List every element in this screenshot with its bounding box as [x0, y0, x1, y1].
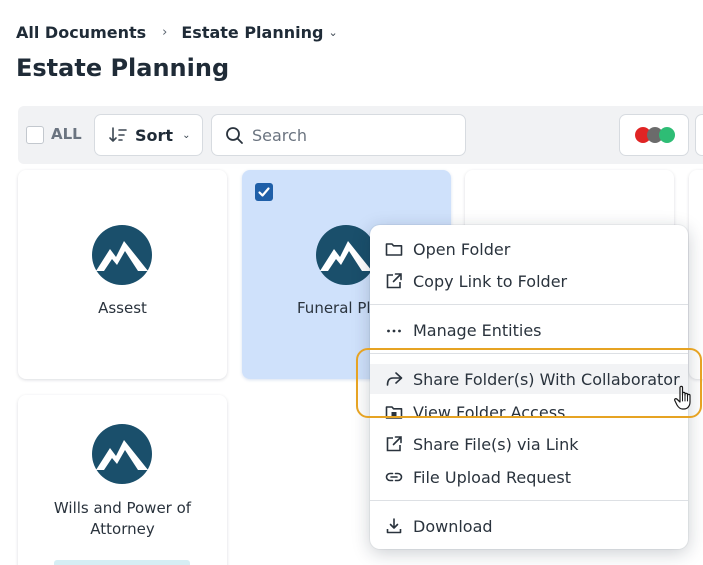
- breadcrumb-root-link[interactable]: All Documents: [16, 23, 146, 42]
- highlight-ring: [356, 348, 702, 418]
- mountain-logo-icon: [92, 225, 152, 285]
- menu-item-file-upload-request[interactable]: File Upload Request: [370, 462, 688, 492]
- hand-cursor-icon: [674, 385, 691, 410]
- download-icon: [386, 518, 402, 534]
- menu-divider: [370, 304, 688, 305]
- mountain-logo-icon: [92, 424, 152, 484]
- chevron-down-icon[interactable]: ⌄: [328, 26, 337, 39]
- folder-name-line1: Wills and Power of: [53, 499, 192, 517]
- mountain-logo-icon: [316, 225, 376, 285]
- breadcrumb-current[interactable]: Estate Planning: [181, 23, 323, 42]
- chevron-down-icon: ⌄: [182, 129, 191, 141]
- breadcrumb: All Documents › Estate Planning ⌄: [16, 20, 338, 44]
- menu-item-copy-link[interactable]: Copy Link to Folder: [370, 266, 688, 296]
- search-input[interactable]: [252, 125, 442, 145]
- search-box[interactable]: [211, 114, 466, 156]
- folder-name: Wills and Power of Attorney: [18, 498, 227, 540]
- folder-select-checkbox[interactable]: [255, 183, 273, 201]
- checkmark-icon: [258, 187, 270, 197]
- color-filter-button[interactable]: [619, 114, 689, 156]
- folder-name: Assest: [98, 299, 147, 317]
- folder-card-wills[interactable]: Wills and Power of Attorney: [18, 395, 227, 565]
- menu-item-manage-entities[interactable]: Manage Entities: [370, 315, 688, 345]
- menu-item-label: File Upload Request: [413, 467, 571, 487]
- link-icon: [385, 472, 403, 482]
- menu-item-share-files-link[interactable]: Share File(s) via Link: [370, 429, 688, 459]
- menu-item-label: Open Folder: [413, 239, 511, 259]
- select-all-label[interactable]: ALL: [51, 125, 82, 143]
- menu-item-label: Copy Link to Folder: [413, 271, 568, 291]
- menu-item-open-folder[interactable]: Open Folder: [370, 234, 688, 264]
- folder-name-line2: Attorney: [90, 520, 155, 538]
- folder-card-assest[interactable]: Assest: [18, 170, 227, 379]
- ellipsis-icon: [387, 329, 401, 333]
- sort-icon: [109, 127, 127, 142]
- folder-tag: [54, 560, 190, 565]
- search-icon: [226, 126, 243, 144]
- select-all-checkbox[interactable]: [26, 126, 44, 144]
- folder-icon: [385, 243, 403, 256]
- toolbar-overflow-button[interactable]: [695, 114, 703, 156]
- page-title: Estate Planning: [16, 54, 230, 82]
- menu-item-label: Download: [413, 516, 493, 536]
- menu-item-download[interactable]: Download: [370, 511, 688, 541]
- menu-item-label: Manage Entities: [413, 320, 542, 340]
- breadcrumb-separator: ›: [162, 24, 168, 40]
- color-dot-green: [659, 127, 675, 143]
- menu-divider: [370, 500, 688, 501]
- external-link-icon: [386, 273, 402, 289]
- menu-item-label: Share File(s) via Link: [413, 434, 579, 454]
- sort-button[interactable]: Sort ⌄: [94, 114, 203, 156]
- folder-name: Funeral Pl: [297, 299, 371, 317]
- external-link-icon: [386, 436, 402, 452]
- sort-button-label: Sort: [135, 125, 174, 145]
